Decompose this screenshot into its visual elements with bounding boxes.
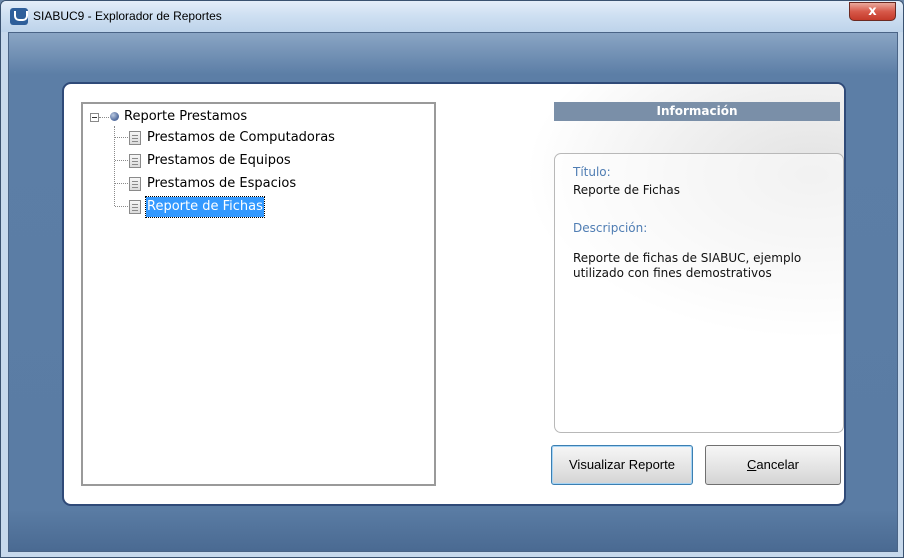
root-node-bullet-icon	[110, 112, 119, 121]
client-area: Reporte Prestamos Prestamos de Computado…	[8, 32, 898, 552]
main-panel: Reporte Prestamos Prestamos de Computado…	[62, 82, 846, 506]
tree-item-label[interactable]: Reporte de Fichas	[145, 196, 265, 218]
siabuc-app-icon	[10, 8, 28, 25]
report-document-icon	[129, 154, 141, 168]
tree-item-selected[interactable]: Reporte de Fichas	[83, 196, 423, 218]
tree-item-label[interactable]: Prestamos de Equipos	[146, 151, 292, 171]
tree-item[interactable]: Prestamos de Equipos	[83, 151, 423, 171]
close-icon: x	[868, 4, 877, 19]
window-title: SIABUC9 - Explorador de Reportes	[33, 9, 222, 23]
info-title-value: Reporte de Fichas	[573, 183, 680, 197]
cancel-button[interactable]: Cancelar	[705, 445, 841, 485]
tree-item[interactable]: Prestamos de Computadoras	[83, 128, 423, 148]
report-tree[interactable]: Reporte Prestamos Prestamos de Computado…	[81, 102, 436, 486]
cancel-accelerator-key: C	[746, 457, 757, 472]
tree-item-label[interactable]: Prestamos de Computadoras	[146, 128, 336, 148]
info-box: Título: Reporte de Fichas Descripción: R…	[554, 153, 844, 433]
tree-item-label[interactable]: Prestamos de Espacios	[146, 174, 297, 194]
cancel-button-label: ancelar	[756, 457, 800, 472]
tree-root-node[interactable]: Reporte Prestamos	[83, 107, 383, 127]
report-document-icon	[129, 177, 141, 191]
collapse-toggle-icon[interactable]	[90, 113, 99, 122]
info-title-label: Título:	[573, 165, 611, 179]
report-document-icon	[129, 200, 141, 214]
title-bar[interactable]: SIABUC9 - Explorador de Reportes x	[1, 1, 903, 32]
report-explorer-window: SIABUC9 - Explorador de Reportes x Repor…	[0, 0, 904, 558]
tree-root-label[interactable]: Reporte Prestamos	[123, 107, 248, 127]
report-document-icon	[129, 131, 141, 145]
close-button[interactable]: x	[849, 2, 896, 21]
tree-item[interactable]: Prestamos de Espacios	[83, 174, 423, 194]
info-description-label: Descripción:	[573, 221, 648, 235]
info-description-value: Reporte de fichas de SIABUC, ejemplo uti…	[573, 251, 802, 280]
view-report-button[interactable]: Visualizar Reporte	[551, 445, 693, 485]
info-header: Información	[554, 102, 840, 121]
